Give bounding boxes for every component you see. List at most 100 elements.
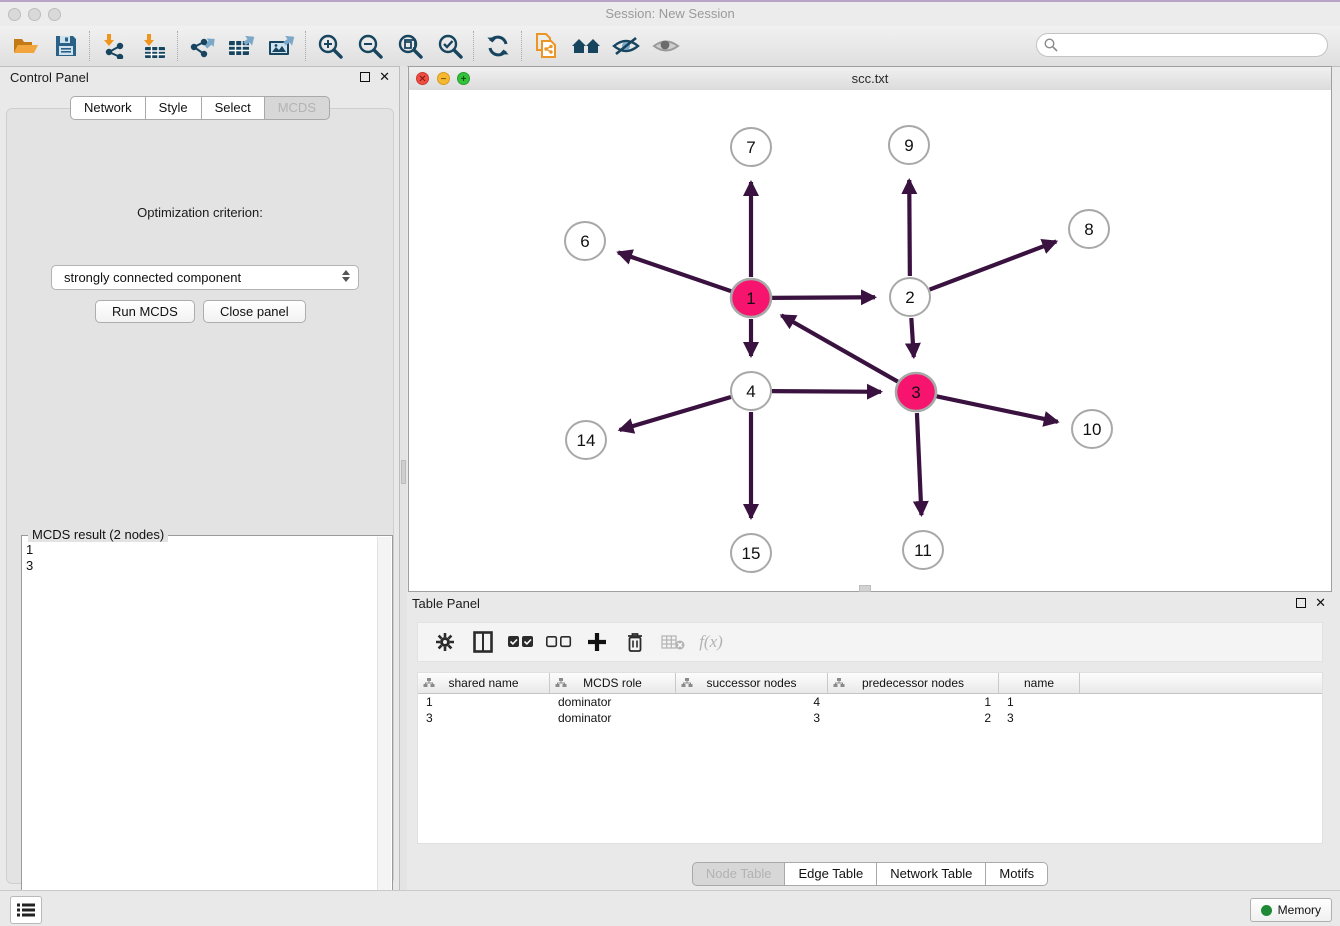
tab-mcds[interactable]: MCDS: [265, 96, 330, 120]
zoom-fit-icon[interactable]: [390, 29, 430, 63]
table-row[interactable]: 3dominator323: [418, 710, 1322, 726]
export-network-icon[interactable]: [182, 29, 222, 63]
node-table[interactable]: shared nameMCDS rolesuccessor nodesprede…: [417, 672, 1323, 844]
function-builder-icon[interactable]: f(x): [692, 626, 730, 658]
column-header-name[interactable]: name: [999, 673, 1080, 693]
refresh-layout-icon[interactable]: [478, 29, 518, 63]
graph-node-9[interactable]: 9: [889, 126, 929, 164]
memory-button[interactable]: Memory: [1250, 898, 1332, 922]
table-panel: Table Panel ✕: [408, 594, 1332, 888]
network-overview-icon[interactable]: [566, 29, 606, 63]
hide-details-eye-icon[interactable]: [606, 29, 646, 63]
table-cell[interactable]: 3: [676, 710, 828, 726]
table-cell[interactable]: 3: [999, 710, 1080, 726]
edge-2-9[interactable]: [909, 180, 910, 276]
column-header-MCDS-role[interactable]: MCDS role: [550, 673, 676, 693]
add-row-icon[interactable]: [578, 626, 616, 658]
graph-node-8[interactable]: 8: [1069, 210, 1109, 248]
tab-network-table[interactable]: Network Table: [877, 862, 986, 886]
float-panel-icon[interactable]: [360, 72, 370, 82]
node-label: 8: [1084, 220, 1093, 239]
tab-select[interactable]: Select: [202, 96, 265, 120]
edge-2-8[interactable]: [930, 241, 1057, 289]
network-graph[interactable]: 7 9 6 8 1 2 4 3 14 10 15 11: [409, 90, 1331, 591]
edge-3-11[interactable]: [917, 413, 922, 515]
window-title: Session: New Session: [0, 6, 1340, 21]
table-cell[interactable]: 3: [418, 710, 550, 726]
tab-network[interactable]: Network: [70, 96, 146, 120]
run-mcds-button[interactable]: Run MCDS: [95, 300, 195, 323]
import-table-icon[interactable]: [134, 29, 174, 63]
copy-view-icon[interactable]: [526, 29, 566, 63]
splitter-grip[interactable]: [401, 460, 406, 484]
show-graphics-eye-icon[interactable]: [646, 29, 686, 63]
tab-motifs[interactable]: Motifs: [986, 862, 1048, 886]
graph-node-2[interactable]: 2: [890, 278, 930, 316]
edge-3-1[interactable]: [781, 315, 897, 381]
network-window-title: scc.txt: [409, 71, 1331, 86]
task-history-button[interactable]: [10, 896, 42, 924]
import-network-icon[interactable]: [94, 29, 134, 63]
gear-icon[interactable]: [426, 626, 464, 658]
select-all-icon[interactable]: [502, 626, 540, 658]
result-item[interactable]: 1: [26, 542, 376, 558]
edge-2-3[interactable]: [911, 318, 913, 357]
search-icon: [1044, 38, 1058, 52]
edge-4-3[interactable]: [772, 391, 881, 392]
result-scrollbar[interactable]: [377, 537, 391, 911]
float-table-panel-icon[interactable]: [1296, 598, 1306, 608]
toolbar-separator: [305, 31, 307, 61]
delete-row-trash-icon[interactable]: [616, 626, 654, 658]
column-header-shared-name[interactable]: shared name: [418, 673, 550, 693]
criterion-dropdown[interactable]: strongly connected component: [51, 265, 359, 290]
columns-icon[interactable]: [464, 626, 502, 658]
table-cell[interactable]: 4: [676, 694, 828, 710]
table-cell[interactable]: dominator: [550, 710, 676, 726]
tab-edge-table[interactable]: Edge Table: [785, 862, 877, 886]
node-label: 6: [580, 232, 589, 251]
tab-style[interactable]: Style: [146, 96, 202, 120]
graph-node-14[interactable]: 14: [566, 421, 606, 459]
graph-node-4[interactable]: 4: [731, 372, 771, 410]
result-item[interactable]: 3: [26, 558, 376, 574]
graph-node-3[interactable]: 3: [896, 373, 936, 411]
graph-node-1[interactable]: 1: [731, 279, 771, 317]
export-table-icon[interactable]: [222, 29, 262, 63]
mcds-result-box: MCDS result (2 nodes) 13: [21, 535, 393, 913]
network-window-titlebar[interactable]: ✕ − + scc.txt: [409, 67, 1331, 91]
delete-column-icon[interactable]: [654, 626, 692, 658]
status-bar: Memory: [0, 890, 1340, 926]
table-cell[interactable]: dominator: [550, 694, 676, 710]
export-image-icon[interactable]: [262, 29, 302, 63]
close-table-panel-icon[interactable]: ✕: [1315, 598, 1326, 608]
table-cell[interactable]: 1: [999, 694, 1080, 710]
panel-splitter[interactable]: [399, 66, 407, 890]
edge-3-10[interactable]: [937, 396, 1058, 421]
graph-node-11[interactable]: 11: [903, 531, 943, 569]
edge-4-14[interactable]: [620, 397, 731, 430]
network-canvas[interactable]: 7 9 6 8 1 2 4 3 14 10 15 11: [409, 90, 1331, 591]
open-session-icon[interactable]: [6, 29, 46, 63]
zoom-in-icon[interactable]: [310, 29, 350, 63]
edge-1-6[interactable]: [618, 252, 731, 291]
close-panel-icon[interactable]: ✕: [379, 72, 390, 82]
close-panel-button[interactable]: Close panel: [203, 300, 306, 323]
table-cell[interactable]: 1: [418, 694, 550, 710]
network-resize-grip[interactable]: [859, 585, 871, 592]
zoom-out-icon[interactable]: [350, 29, 390, 63]
column-header-successor-nodes[interactable]: successor nodes: [676, 673, 828, 693]
save-session-icon[interactable]: [46, 29, 86, 63]
graph-node-7[interactable]: 7: [731, 128, 771, 166]
graph-node-10[interactable]: 10: [1072, 410, 1112, 448]
table-row[interactable]: 1dominator411: [418, 694, 1322, 710]
graph-node-6[interactable]: 6: [565, 222, 605, 260]
table-cell[interactable]: 1: [828, 694, 999, 710]
tab-node-table[interactable]: Node Table: [692, 862, 786, 886]
graph-node-15[interactable]: 15: [731, 534, 771, 572]
column-header-predecessor-nodes[interactable]: predecessor nodes: [828, 673, 999, 693]
search-input[interactable]: [1036, 33, 1328, 57]
edge-1-2[interactable]: [772, 297, 875, 298]
unselect-all-icon[interactable]: [540, 626, 578, 658]
zoom-selected-icon[interactable]: [430, 29, 470, 63]
table-cell[interactable]: 2: [828, 710, 999, 726]
